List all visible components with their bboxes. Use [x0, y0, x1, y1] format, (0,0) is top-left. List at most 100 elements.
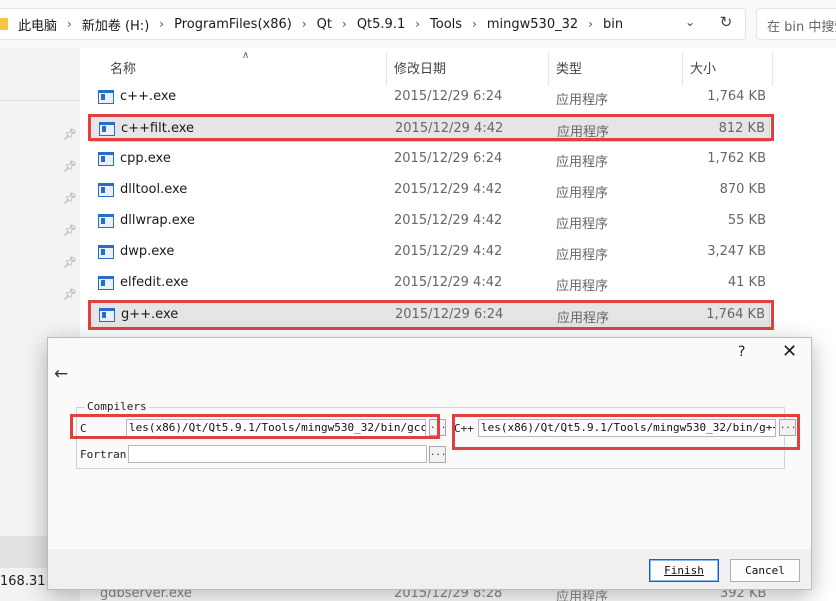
- file-row[interactable]: c++.exe 2015/12/29 6:24 应用程序 1,764 KB: [90, 83, 770, 111]
- pin-icon[interactable]: 📌︎: [63, 256, 77, 269]
- fortran-compiler-path-input[interactable]: [128, 445, 427, 463]
- file-size: 3,247 KB: [707, 244, 766, 259]
- file-size: 812 KB: [718, 121, 765, 136]
- exe-file-icon: [98, 90, 114, 104]
- address-bar: 此电脑 › 新加卷 (H:) › ProgramFiles(x86) › Qt …: [0, 0, 836, 48]
- chevron-right-icon[interactable]: ›: [61, 17, 78, 31]
- file-row-selected[interactable]: c++filt.exe 2015/12/29 4:42 应用程序 812 KB: [90, 114, 770, 142]
- help-icon[interactable]: ?: [738, 344, 745, 360]
- breadcrumb-this-pc[interactable]: 此电脑: [14, 15, 61, 34]
- cpp-compiler-label: C++: [454, 422, 474, 435]
- pin-icon[interactable]: 📌︎: [63, 288, 77, 301]
- file-size: 1,764 KB: [706, 307, 765, 322]
- pin-icon[interactable]: 📌︎: [63, 224, 77, 237]
- c-compiler-path-input[interactable]: les(x86)/Qt/Qt5.9.1/Tools/mingw530_32/bi…: [126, 419, 426, 437]
- file-date: 2015/12/29 6:24: [394, 89, 503, 104]
- column-header-type[interactable]: 类型: [548, 48, 682, 86]
- address-history-dropdown-icon[interactable]: ⌄: [682, 15, 698, 29]
- file-size: 1,764 KB: [707, 89, 766, 104]
- folder-icon: [0, 18, 8, 30]
- file-date: 2015/12/29 4:42: [394, 275, 503, 290]
- file-row[interactable]: elfedit.exe 2015/12/29 4:42 应用程序 41 KB: [90, 269, 770, 297]
- breadcrumb-qt[interactable]: Qt: [313, 17, 336, 32]
- file-type: 应用程序: [556, 279, 609, 294]
- nav-item-highlight[interactable]: [0, 536, 48, 568]
- file-row[interactable]: cpp.exe 2015/12/29 6:24 应用程序 1,762 KB: [90, 145, 770, 173]
- file-type: 应用程序: [556, 217, 609, 232]
- pin-icon[interactable]: 📌︎: [63, 192, 77, 205]
- chevron-right-icon[interactable]: ›: [336, 17, 353, 31]
- file-row[interactable]: dlltool.exe 2015/12/29 4:42 应用程序 870 KB: [90, 176, 770, 204]
- file-name: c++filt.exe: [121, 121, 195, 136]
- exe-file-icon: [98, 276, 114, 290]
- exe-file-icon: [99, 122, 115, 136]
- file-date: 2015/12/29 4:42: [394, 213, 503, 228]
- column-header-date[interactable]: 修改日期: [386, 48, 548, 86]
- finish-button[interactable]: Finish: [649, 559, 719, 582]
- exe-file-icon: [98, 214, 114, 228]
- chevron-right-icon[interactable]: ›: [582, 17, 599, 31]
- pin-icon[interactable]: 📌︎: [63, 160, 77, 173]
- file-type: 应用程序: [556, 93, 609, 108]
- fortran-compiler-browse-button[interactable]: ...: [429, 446, 446, 463]
- dialog-content: ? ✕ ← Compilers C les(x86)/Qt/Qt5.9.1/To…: [48, 338, 811, 549]
- sort-ascending-icon: ∧: [242, 50, 250, 61]
- cpp-compiler-path-input[interactable]: les(x86)/Qt/Qt5.9.1/Tools/mingw530_32/bi…: [478, 419, 776, 437]
- exe-file-icon: [98, 152, 114, 166]
- chevron-right-icon[interactable]: ›: [296, 17, 313, 31]
- exe-file-icon: [99, 308, 115, 322]
- breadcrumb-tools[interactable]: Tools: [426, 17, 466, 32]
- file-size: 870 KB: [719, 182, 766, 197]
- chevron-right-icon[interactable]: ›: [466, 17, 483, 31]
- search-input[interactable]: 在 bin 中搜索: [756, 8, 836, 40]
- refresh-icon[interactable]: ↻: [716, 13, 736, 31]
- exe-file-icon: [98, 245, 114, 259]
- address-box[interactable]: 此电脑 › 新加卷 (H:) › ProgramFiles(x86) › Qt …: [0, 8, 746, 40]
- breadcrumb-bin[interactable]: bin: [599, 17, 627, 32]
- back-arrow-icon[interactable]: ←: [54, 364, 68, 384]
- fortran-compiler-label: Fortran: [80, 448, 127, 461]
- compiler-setup-dialog: ? ✕ ← Compilers C les(x86)/Qt/Qt5.9.1/To…: [47, 337, 812, 590]
- file-name: elfedit.exe: [120, 275, 189, 290]
- cpp-compiler-browse-button[interactable]: ...: [779, 419, 796, 436]
- file-name: dwp.exe: [120, 244, 175, 259]
- exe-file-icon: [98, 183, 114, 197]
- file-name: c++.exe: [120, 89, 177, 104]
- cancel-button[interactable]: Cancel: [730, 559, 800, 582]
- breadcrumb-mingw[interactable]: mingw530_32: [483, 17, 582, 32]
- file-size: 1,762 KB: [707, 151, 766, 166]
- file-date: 2015/12/29 6:24: [394, 151, 503, 166]
- close-icon[interactable]: ✕: [782, 341, 797, 362]
- column-header-size[interactable]: 大小: [682, 48, 772, 86]
- file-size: 41 KB: [727, 275, 766, 290]
- file-type: 应用程序: [557, 311, 610, 326]
- c-compiler-browse-button[interactable]: ...: [429, 419, 446, 436]
- file-date: 2015/12/29 6:24: [395, 307, 504, 322]
- file-type: 应用程序: [556, 155, 609, 170]
- compilers-group-title: Compilers: [85, 400, 149, 413]
- file-type: 应用程序: [557, 125, 610, 140]
- file-row-selected[interactable]: g++.exe 2015/12/29 6:24 应用程序 1,764 KB: [90, 300, 770, 328]
- chevron-right-icon[interactable]: ›: [153, 17, 170, 31]
- c-compiler-label: C: [80, 422, 87, 435]
- file-size: 55 KB: [727, 213, 766, 228]
- file-date: 2015/12/29 4:42: [394, 244, 503, 259]
- breadcrumb-programfiles[interactable]: ProgramFiles(x86): [170, 17, 296, 32]
- file-type: 应用程序: [556, 186, 609, 201]
- breadcrumb-drive[interactable]: 新加卷 (H:): [78, 15, 153, 34]
- file-date: 2015/12/29 4:42: [394, 182, 503, 197]
- file-type: 应用程序: [556, 248, 609, 263]
- pin-icon[interactable]: 📌︎: [63, 128, 77, 141]
- file-row[interactable]: dllwrap.exe 2015/12/29 4:42 应用程序 55 KB: [90, 207, 770, 235]
- file-date: 2015/12/29 4:42: [395, 121, 504, 136]
- breadcrumb-qt591[interactable]: Qt5.9.1: [353, 17, 409, 32]
- file-row[interactable]: dwp.exe 2015/12/29 4:42 应用程序 3,247 KB: [90, 238, 770, 266]
- column-header-name[interactable]: 名称: [80, 48, 386, 86]
- file-name: g++.exe: [121, 307, 179, 322]
- finish-button-label: Finish: [664, 564, 704, 577]
- file-name: cpp.exe: [120, 151, 171, 166]
- column-divider[interactable]: [772, 52, 773, 86]
- file-name: dlltool.exe: [120, 182, 188, 197]
- chevron-right-icon[interactable]: ›: [409, 17, 426, 31]
- nav-divider: [0, 100, 80, 101]
